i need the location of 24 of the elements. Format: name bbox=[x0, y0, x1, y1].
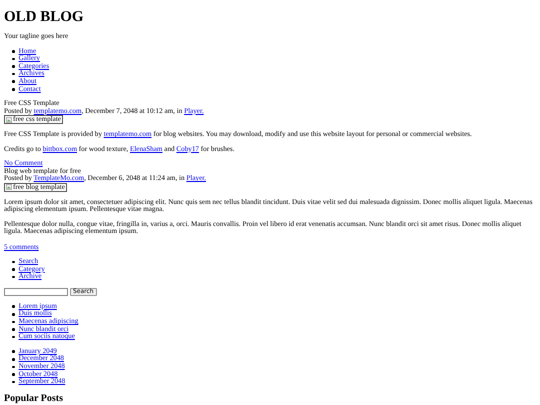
bullet-icon bbox=[12, 80, 15, 83]
section-heading: Popular Posts bbox=[4, 392, 64, 404]
bullet-icon bbox=[12, 373, 15, 376]
bullet-icon bbox=[12, 305, 15, 308]
bullet-icon bbox=[12, 268, 15, 271]
site-title: OLD BLOG bbox=[4, 9, 85, 25]
bullet-icon bbox=[12, 276, 15, 278]
bullet-icon bbox=[12, 380, 15, 384]
bullet-icon bbox=[12, 350, 15, 353]
broken-image-icon bbox=[6, 116, 12, 123]
bullet-icon bbox=[12, 320, 15, 324]
bullet-icon bbox=[12, 260, 15, 264]
broken-image-icon bbox=[6, 184, 12, 190]
bullet-icon bbox=[12, 336, 15, 338]
bullet-icon bbox=[12, 72, 15, 76]
bullet-icon bbox=[12, 328, 15, 331]
bullet-icon bbox=[12, 88, 15, 91]
bullet-icon bbox=[12, 58, 15, 60]
bullet-icon bbox=[12, 366, 15, 368]
search-field[interactable] bbox=[4, 288, 68, 296]
bullet-icon bbox=[12, 312, 15, 316]
bullet-icon bbox=[12, 358, 15, 360]
bullet-icon bbox=[12, 50, 15, 53]
bullet-icon bbox=[12, 65, 15, 68]
